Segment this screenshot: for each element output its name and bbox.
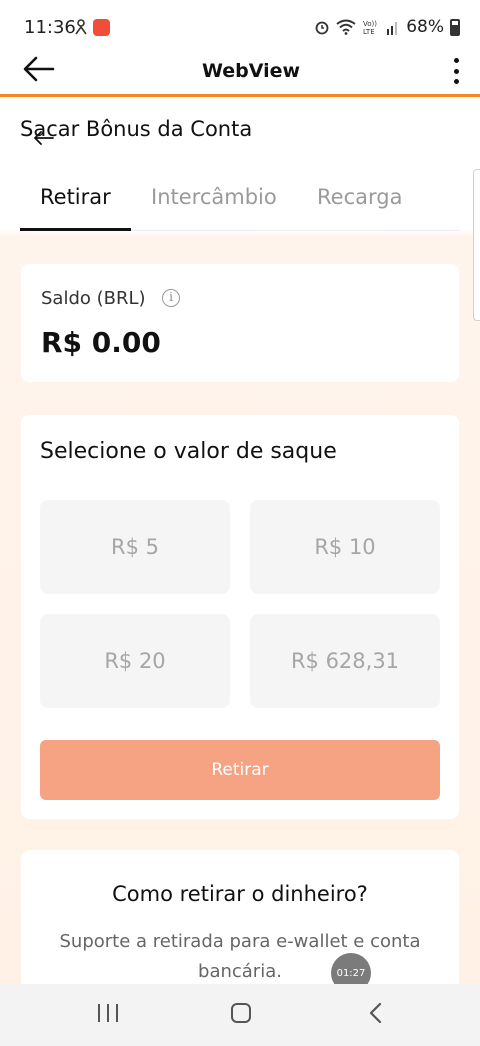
recent-apps-icon[interactable]: [98, 1004, 118, 1022]
battery-percent: 68%: [406, 17, 444, 37]
app-badge-icon: [93, 19, 110, 36]
volte-icon: Vo)) LTE: [363, 20, 377, 36]
how-to-withdraw-card: Como retirar o dinheiro? Suporte a retir…: [21, 850, 459, 984]
system-nav-bar: [0, 984, 480, 1046]
webview-content: Sacar Bônus da Conta Retirar Intercâmbio…: [0, 97, 480, 984]
tab-bar: Retirar Intercâmbio Recarga: [20, 165, 460, 231]
amount-option-5[interactable]: R$ 5: [40, 500, 230, 594]
home-icon[interactable]: [231, 1003, 251, 1023]
info-icon[interactable]: i: [162, 289, 180, 307]
amount-option-all[interactable]: R$ 628,31: [250, 614, 440, 708]
amount-option-10[interactable]: R$ 10: [250, 500, 440, 594]
back-icon[interactable]: [368, 1002, 384, 1024]
balance-value: R$ 0.00: [41, 326, 161, 359]
status-right: Vo)) LTE 68%: [314, 17, 460, 37]
app-notification-icon: [75, 19, 87, 35]
tab-intercambio[interactable]: Intercâmbio: [151, 185, 277, 209]
withdraw-button[interactable]: Retirar: [40, 740, 440, 800]
amount-option-20[interactable]: R$ 20: [40, 614, 230, 708]
svg-text:Vo)): Vo)): [363, 20, 377, 28]
status-time: 11:36: [24, 17, 76, 38]
tab-recarga[interactable]: Recarga: [317, 185, 402, 209]
withdraw-amount-card: Selecione o valor de saque R$ 5 R$ 10 R$…: [21, 415, 459, 819]
svg-text:LTE: LTE: [363, 28, 375, 36]
balance-label: Saldo (BRL): [41, 288, 146, 309]
active-tab-indicator: [20, 228, 131, 231]
tab-retirar[interactable]: Retirar: [40, 185, 111, 209]
wifi-icon: [336, 19, 356, 35]
withdraw-amount-title: Selecione o valor de saque: [40, 439, 337, 464]
page-back-icon[interactable]: [34, 131, 54, 145]
page-title: Sacar Bônus da Conta: [20, 117, 253, 141]
balance-card: Saldo (BRL) i R$ 0.00: [21, 264, 459, 382]
status-bar: 11:36 Vo)) LTE 68%: [0, 0, 480, 54]
battery-icon: [450, 18, 460, 36]
side-scroll-handle[interactable]: [473, 169, 480, 321]
alarm-icon: [315, 21, 329, 35]
how-to-withdraw-title: Como retirar o dinheiro?: [112, 882, 368, 906]
signal-icon: [387, 22, 398, 35]
how-to-withdraw-text: Suporte a retirada para e-wallet e conta…: [59, 931, 421, 982]
app-bar-title: WebView: [201, 60, 301, 82]
more-vertical-icon[interactable]: [446, 56, 466, 86]
